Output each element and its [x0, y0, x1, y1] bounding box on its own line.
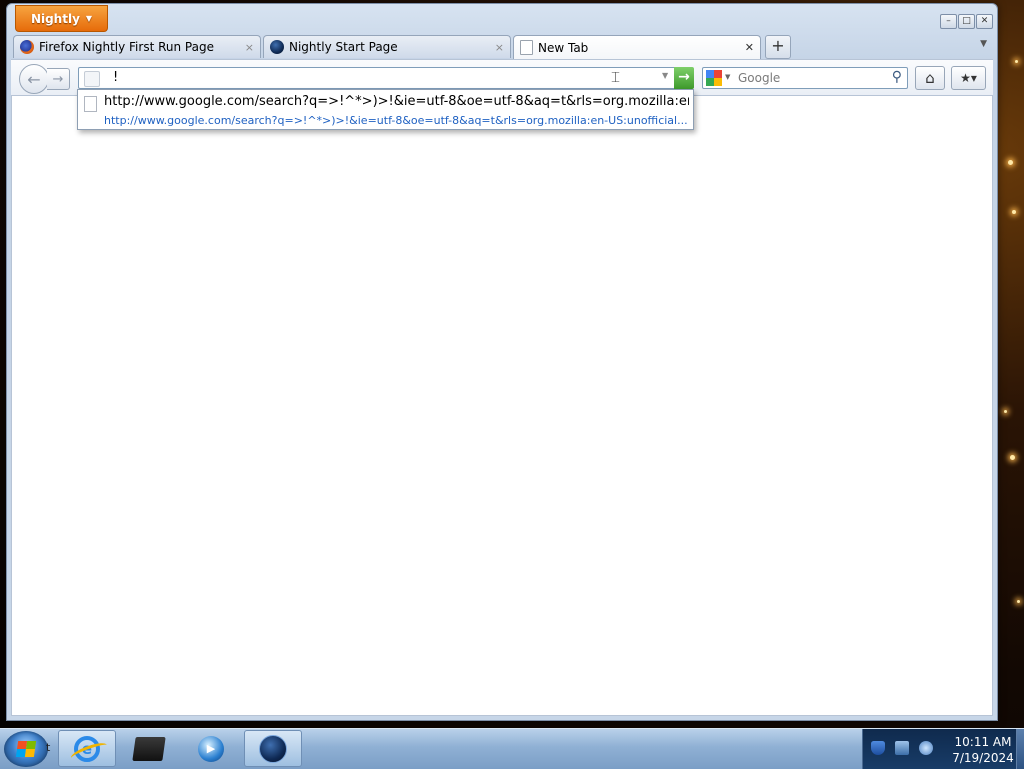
- clock-date: 7/19/2024: [952, 751, 1014, 765]
- show-desktop-button[interactable]: [1016, 729, 1024, 769]
- google-engine-icon[interactable]: [706, 70, 722, 86]
- network-icon[interactable]: [895, 741, 909, 755]
- home-button[interactable]: ⌂: [915, 66, 945, 90]
- taskbar-media-player[interactable]: ▶: [182, 730, 240, 767]
- media-player-icon: ▶: [198, 735, 224, 762]
- start-button[interactable]: t: [4, 731, 51, 767]
- tab-firefox-first-run[interactable]: Firefox Nightly First Run Page ×: [13, 35, 261, 58]
- taskbar: t e ▶ 10:11 AM 7/19/2024: [0, 728, 1024, 769]
- security-shield-icon[interactable]: [871, 741, 885, 755]
- forward-button[interactable]: →: [47, 68, 70, 90]
- forward-arrow-icon: →: [52, 71, 64, 87]
- page-icon: [84, 96, 97, 112]
- back-button[interactable]: ←: [19, 64, 49, 94]
- blank-page-icon: [520, 40, 533, 55]
- firefox-nightly-icon: [259, 734, 287, 763]
- taskbar-internet-explorer[interactable]: e: [58, 730, 116, 767]
- internet-explorer-icon: e: [74, 735, 100, 762]
- search-bar[interactable]: ▼ Google ⚲: [702, 67, 908, 89]
- engine-dropdown-icon[interactable]: ▼: [725, 73, 730, 81]
- back-arrow-icon: ←: [27, 69, 41, 89]
- firefox-icon: [20, 40, 34, 54]
- app-menu-button[interactable]: Nightly ▼: [15, 5, 108, 32]
- window-controls: – □ ✕: [940, 14, 993, 29]
- clock-time: 10:11 AM: [954, 735, 1012, 749]
- tab-strip: Firefox Nightly First Run Page × Nightly…: [11, 35, 993, 59]
- url-bar[interactable]: ! ⌶ ▼ →: [78, 67, 694, 89]
- close-tab-icon[interactable]: ×: [495, 41, 504, 54]
- new-tab-button[interactable]: +: [765, 35, 791, 59]
- tab-title: New Tab: [538, 40, 589, 55]
- system-tray: 10:11 AM 7/19/2024: [862, 729, 1024, 769]
- tab-nightly-start[interactable]: Nightly Start Page ×: [263, 35, 511, 58]
- taskbar-folder[interactable]: [120, 730, 178, 767]
- url-autocomplete-popup[interactable]: http://www.google.com/search?q=>!^*>)>!&…: [77, 89, 694, 130]
- autocomplete-url[interactable]: http://www.google.com/search?q=>!^*>)>!&…: [104, 114, 689, 127]
- windows-logo-icon: [15, 741, 37, 757]
- taskbar-firefox-nightly[interactable]: [244, 730, 302, 767]
- tab-title: Nightly Start Page: [289, 40, 398, 54]
- nightly-icon: [270, 40, 284, 54]
- tab-list-chevron-icon[interactable]: ▼: [980, 39, 987, 49]
- close-tab-icon[interactable]: ×: [245, 41, 254, 54]
- url-history-dropdown-icon[interactable]: ▼: [662, 71, 668, 80]
- go-button[interactable]: →: [674, 67, 694, 89]
- minimize-button[interactable]: –: [940, 14, 957, 29]
- tab-title: Firefox Nightly First Run Page: [39, 40, 214, 54]
- search-input[interactable]: Google: [738, 71, 780, 85]
- url-input[interactable]: !: [113, 70, 118, 86]
- chevron-down-icon: ▼: [85, 14, 93, 23]
- app-menu-label: Nightly: [30, 11, 80, 26]
- home-icon: ⌂: [925, 69, 935, 87]
- text-cursor-icon: ⌶: [611, 68, 621, 86]
- start-label: t: [46, 741, 51, 754]
- volume-icon[interactable]: [919, 741, 933, 755]
- autocomplete-title[interactable]: http://www.google.com/search?q=>!^*>)>!&…: [104, 94, 689, 109]
- magnifier-icon[interactable]: ⚲: [892, 69, 902, 85]
- bookmarks-icon: ★▾: [960, 71, 977, 85]
- close-window-button[interactable]: ✕: [976, 14, 993, 29]
- bookmarks-button[interactable]: ★▾: [951, 66, 986, 90]
- close-tab-icon[interactable]: ✕: [745, 41, 754, 54]
- clock[interactable]: 10:11 AM 7/19/2024: [945, 734, 1021, 766]
- maximize-button[interactable]: □: [958, 14, 975, 29]
- page-content: [11, 95, 993, 716]
- site-identity-icon[interactable]: [84, 71, 100, 87]
- folder-icon: [132, 736, 166, 761]
- tab-new-tab[interactable]: New Tab ✕: [513, 35, 761, 59]
